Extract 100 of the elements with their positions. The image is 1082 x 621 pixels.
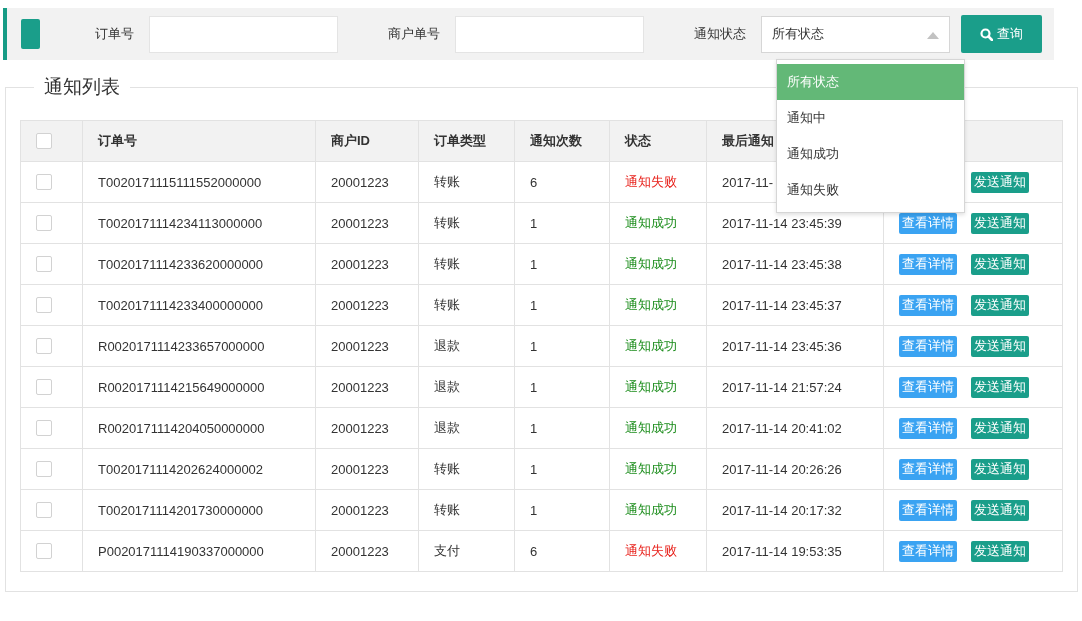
table-cell: 1 <box>514 366 610 408</box>
checkbox[interactable] <box>36 379 52 395</box>
table-cell: T0020171114233620000000 <box>82 243 316 285</box>
table-cell: 2017-11-14 23:45:38 <box>706 243 884 285</box>
table-cell: 退款 <box>418 325 515 367</box>
caret-icon <box>927 31 939 39</box>
view-details-button[interactable]: 查看详情 <box>899 499 957 521</box>
send-notification-button[interactable]: 发送通知 <box>971 294 1029 316</box>
field-label: 商户单号 <box>388 25 440 43</box>
search-icon <box>980 27 993 41</box>
view-details-button[interactable]: 查看详情 <box>899 212 957 234</box>
table-cell: 1 <box>514 284 610 326</box>
table-cell: 20001223 <box>315 325 419 367</box>
table-cell: 2017-11-14 19:53:35 <box>706 530 884 572</box>
table-cell: 20001223 <box>315 448 419 490</box>
logo-icon <box>21 19 40 49</box>
table-cell: T0020171114201730000000 <box>82 489 316 531</box>
table-cell: R0020171114233657000000 <box>82 325 316 367</box>
view-details-button[interactable]: 查看详情 <box>899 458 957 480</box>
checkbox[interactable] <box>36 133 52 149</box>
table-cell: T0020171114233400000000 <box>82 284 316 326</box>
table-cell: 20001223 <box>315 366 419 408</box>
checkbox[interactable] <box>36 461 52 477</box>
status-cell: 通知成功 <box>609 366 707 408</box>
send-notification-button[interactable]: 发送通知 <box>971 253 1029 275</box>
checkbox[interactable] <box>36 297 52 313</box>
dropdown-option[interactable]: 所有状态 <box>777 64 964 100</box>
table-cell: 2017-11-14 23:45:36 <box>706 325 884 367</box>
column-header: 商户ID <box>315 120 419 162</box>
table-cell: 支付 <box>418 530 515 572</box>
status-select[interactable]: 所有状态 <box>761 15 950 53</box>
table-cell: 转账 <box>418 243 515 285</box>
send-notification-button[interactable]: 发送通知 <box>971 499 1029 521</box>
checkbox[interactable] <box>36 338 52 354</box>
table-cell: R0020171114204050000000 <box>82 407 316 449</box>
query-button[interactable]: 查询 <box>961 15 1042 53</box>
send-notification-button[interactable]: 发送通知 <box>971 540 1029 562</box>
table-cell: T0020171114234113000000 <box>82 202 316 244</box>
view-details-button[interactable]: 查看详情 <box>899 376 957 398</box>
view-details-button[interactable]: 查看详情 <box>899 417 957 439</box>
checkbox[interactable] <box>36 215 52 231</box>
table-cell: 退款 <box>418 407 515 449</box>
table-cell: T0020171114202624000002 <box>82 448 316 490</box>
send-notification-button[interactable]: 发送通知 <box>971 212 1029 234</box>
table-cell: 2017-11-14 21:57:24 <box>706 366 884 408</box>
view-details-button[interactable]: 查看详情 <box>899 253 957 275</box>
table-cell: 1 <box>514 489 610 531</box>
column-header: 状态 <box>609 120 707 162</box>
field-label: 订单号 <box>95 25 134 43</box>
table-cell: P0020171114190337000000 <box>82 530 316 572</box>
status-cell: 通知成功 <box>609 407 707 449</box>
table-cell: 2017-11-14 20:41:02 <box>706 407 884 449</box>
send-notification-button[interactable]: 发送通知 <box>971 417 1029 439</box>
column-header: 订单类型 <box>418 120 515 162</box>
table-cell: 转账 <box>418 489 515 531</box>
table-cell: 20001223 <box>315 202 419 244</box>
table-cell: T0020171115111552000000 <box>82 161 316 203</box>
table-cell: 转账 <box>418 448 515 490</box>
input-field[interactable] <box>149 15 338 53</box>
send-notification-button[interactable]: 发送通知 <box>971 171 1029 193</box>
view-details-button[interactable]: 查看详情 <box>899 294 957 316</box>
status-cell: 通知失败 <box>609 530 707 572</box>
table-cell: R0020171114215649000000 <box>82 366 316 408</box>
table-cell: 20001223 <box>315 243 419 285</box>
input-field[interactable] <box>455 15 644 53</box>
status-cell: 通知成功 <box>609 489 707 531</box>
table-cell: 1 <box>514 448 610 490</box>
table-cell: 转账 <box>418 284 515 326</box>
table-cell: 转账 <box>418 161 515 203</box>
table-cell: 20001223 <box>315 407 419 449</box>
checkbox[interactable] <box>36 174 52 190</box>
view-details-button[interactable]: 查看详情 <box>899 540 957 562</box>
status-cell: 通知成功 <box>609 243 707 285</box>
column-header: 订单号 <box>82 120 316 162</box>
send-notification-button[interactable]: 发送通知 <box>971 458 1029 480</box>
status-cell: 通知成功 <box>609 202 707 244</box>
table-cell: 1 <box>514 202 610 244</box>
table-cell: 2017-11-14 20:26:26 <box>706 448 884 490</box>
checkbox[interactable] <box>36 543 52 559</box>
field-label: 通知状态 <box>694 25 746 43</box>
checkbox[interactable] <box>36 420 52 436</box>
status-cell: 通知成功 <box>609 448 707 490</box>
column-header: 通知次数 <box>514 120 610 162</box>
table-cell: 2017-11-14 20:17:32 <box>706 489 884 531</box>
table-cell: 20001223 <box>315 284 419 326</box>
status-cell: 通知失败 <box>609 161 707 203</box>
table-cell: 20001223 <box>315 489 419 531</box>
checkbox[interactable] <box>36 502 52 518</box>
panel-title: 通知列表 <box>43 75 121 99</box>
table-cell: 退款 <box>418 366 515 408</box>
table-cell: 转账 <box>418 202 515 244</box>
send-notification-button[interactable]: 发送通知 <box>971 335 1029 357</box>
view-details-button[interactable]: 查看详情 <box>899 335 957 357</box>
table-cell: 1 <box>514 325 610 367</box>
table-cell: 1 <box>514 243 610 285</box>
table-cell: 6 <box>514 530 610 572</box>
table-cell: 2017-11-14 23:45:37 <box>706 284 884 326</box>
send-notification-button[interactable]: 发送通知 <box>971 376 1029 398</box>
checkbox[interactable] <box>36 256 52 272</box>
table-cell: 20001223 <box>315 530 419 572</box>
